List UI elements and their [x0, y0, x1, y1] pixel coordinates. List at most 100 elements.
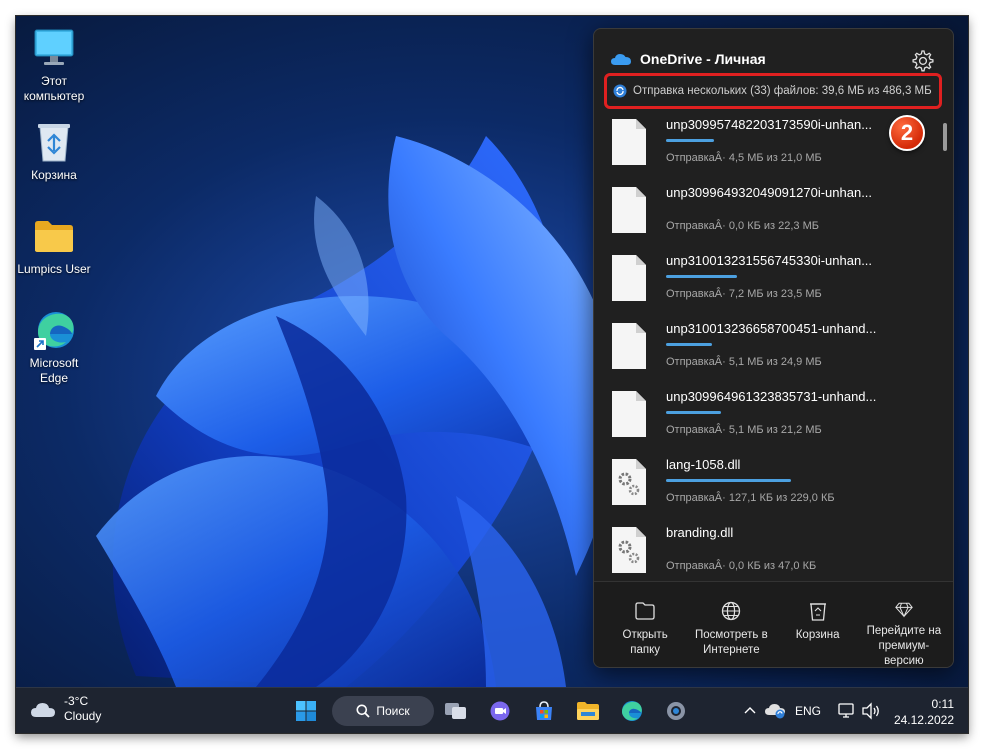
settings-gear-button[interactable]	[911, 49, 935, 73]
monitor-icon	[32, 26, 76, 70]
file-progress-bar	[666, 275, 894, 278]
weather-widget[interactable]: -3°C Cloudy	[30, 694, 101, 724]
recycle-bin-button[interactable]: Корзина	[777, 582, 859, 667]
file-progress-bar	[666, 343, 894, 346]
settings-taskbar-button[interactable]	[660, 695, 692, 727]
clock-date: 24.12.2022	[893, 713, 954, 727]
file-explorer-icon	[577, 702, 599, 720]
dll-file-icon	[612, 459, 646, 505]
file-item[interactable]: branding.dll ОтправкаÂ· 0,0 КБ из 47,0 К…	[612, 525, 912, 581]
windows-logo-icon	[296, 701, 316, 721]
task-view-icon	[445, 703, 466, 719]
input-language[interactable]: ENG	[795, 704, 821, 718]
search-label: Поиск	[376, 704, 410, 718]
go-premium-button[interactable]: Перейдите на премиум- версию	[863, 582, 945, 667]
desktop-icon-label: Этот	[41, 74, 67, 88]
file-item[interactable]: unp309964932049091270i-unhan... Отправка…	[612, 185, 912, 245]
file-progress-fill	[666, 139, 714, 142]
onedrive-footer: Открыть папку Посмотреть в Интернете Кор…	[594, 581, 953, 667]
document-icon	[612, 255, 646, 301]
weather-description: Cloudy	[64, 709, 102, 723]
file-name: unp310013231556745330i-unhan...	[666, 253, 873, 268]
gear-icon	[912, 50, 934, 72]
desktop-icon-label: Edge	[39, 371, 69, 385]
clock-time: 0:11	[931, 697, 954, 711]
edge-taskbar-button[interactable]	[616, 695, 648, 727]
taskbar: -3°C Cloudy Поиск ENG 0:11 24.12.2022	[16, 687, 968, 733]
file-name: lang-1058.dll	[666, 457, 741, 472]
file-item[interactable]: unp309964961323835731-unhand... Отправка…	[612, 389, 912, 449]
edge-icon	[32, 308, 76, 352]
recycle-bin-icon	[32, 120, 76, 164]
file-status: ОтправкаÂ· 5,1 МБ из 21,2 МБ	[666, 424, 822, 436]
search-icon	[356, 704, 370, 718]
chevron-up-icon[interactable]	[744, 705, 756, 715]
file-name: branding.dll	[666, 525, 734, 540]
onedrive-title: OneDrive - Личная	[640, 51, 766, 67]
file-item[interactable]: unp310013231556745330i-unhan... Отправка…	[612, 253, 912, 313]
document-icon	[612, 391, 646, 437]
volume-icon[interactable]	[861, 702, 881, 720]
go-premium-label: версию	[884, 655, 924, 667]
open-folder-button[interactable]: Открыть папку	[604, 582, 686, 667]
diamond-icon	[895, 602, 913, 618]
view-online-label: Интернете	[703, 644, 760, 656]
network-icon[interactable]	[837, 702, 855, 720]
step-number-badge: 2	[889, 115, 925, 151]
open-folder-label: Открыть	[622, 629, 668, 641]
view-online-button[interactable]: Посмотреть в Интернете	[690, 582, 772, 667]
recycle-bin-label: Корзина	[795, 629, 840, 641]
file-explorer-button[interactable]	[572, 695, 604, 727]
file-progress-bar	[666, 547, 894, 550]
desktop-icon-edge[interactable]: Microsoft Edge	[16, 308, 92, 386]
desktop-icon-recycle-bin[interactable]: Корзина	[16, 120, 92, 183]
start-button[interactable]	[290, 695, 322, 727]
file-status: ОтправкаÂ· 7,2 МБ из 23,5 МБ	[666, 288, 822, 300]
file-list-scrollbar[interactable]	[943, 123, 947, 151]
go-premium-label: Перейдите на	[866, 625, 942, 637]
folder-icon	[32, 214, 76, 258]
desktop-icon-label: Корзина	[31, 168, 77, 182]
document-icon	[612, 323, 646, 369]
desktop-icon-user-folder[interactable]: Lumpics User	[16, 214, 92, 277]
file-item[interactable]: lang-1058.dll ОтправкаÂ· 127,1 КБ из 229…	[612, 457, 912, 517]
file-item[interactable]: unp310013236658700451-unhand... Отправка…	[612, 321, 912, 381]
desktop-icon-this-pc[interactable]: Этот компьютер	[16, 26, 92, 104]
file-status: ОтправкаÂ· 0,0 КБ из 47,0 КБ	[666, 560, 817, 572]
edge-icon	[622, 701, 642, 721]
store-button[interactable]	[528, 695, 560, 727]
document-icon	[612, 119, 646, 165]
file-status: ОтправкаÂ· 4,5 МБ из 21,0 МБ	[666, 152, 822, 164]
onedrive-sync-tray-icon[interactable]	[764, 701, 786, 719]
chat-icon	[490, 701, 510, 721]
dll-file-icon	[612, 527, 646, 573]
globe-icon	[722, 601, 741, 621]
desktop-icon-label: компьютер	[23, 89, 85, 103]
desktop-icon-label: Microsoft	[29, 356, 79, 370]
desktop-icon-label: Lumpics User	[17, 262, 91, 276]
onedrive-cloud-icon	[611, 54, 631, 65]
file-progress-bar	[666, 479, 894, 482]
file-progress-fill	[666, 411, 721, 414]
file-list[interactable]: unp309957482203173590i-unhan... Отправка…	[594, 113, 939, 581]
view-online-label: Посмотреть в	[695, 629, 768, 641]
onedrive-flyout: OneDrive - Личная Отправка нескольких (3…	[593, 28, 954, 668]
onedrive-header: OneDrive - Личная	[610, 51, 766, 67]
file-name: unp310013236658700451-unhand...	[666, 321, 877, 336]
open-folder-label: папку	[630, 644, 660, 656]
task-view-button[interactable]	[440, 695, 472, 727]
teams-chat-button[interactable]	[484, 695, 516, 727]
system-clock[interactable]: 0:11 24.12.2022	[894, 696, 954, 728]
recycle-bin-icon	[809, 603, 826, 621]
cloud-icon	[31, 703, 55, 717]
document-icon	[612, 187, 646, 233]
file-progress-bar	[666, 139, 894, 142]
file-progress-fill	[666, 479, 792, 482]
sync-icon	[613, 84, 627, 98]
file-progress-bar	[666, 411, 894, 414]
taskbar-search[interactable]: Поиск	[332, 696, 434, 726]
file-item[interactable]: unp309957482203173590i-unhan... Отправка…	[612, 117, 912, 177]
file-progress-fill	[666, 343, 712, 346]
desktop-screen: Этот компьютер Корзина Lumpics User Micr…	[16, 16, 968, 733]
sync-status-text: Отправка нескольких (33) файлов: 39,6 МБ…	[633, 85, 932, 97]
